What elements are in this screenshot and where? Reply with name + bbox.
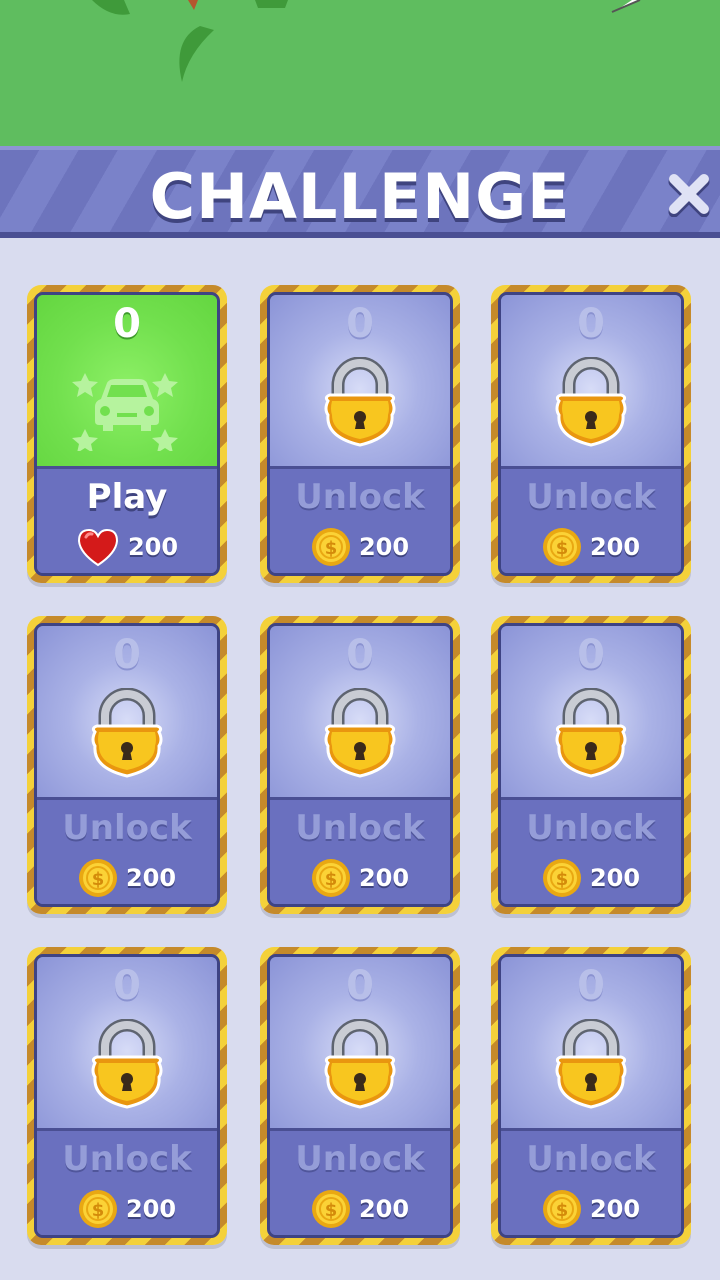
price-row: $ 200 (270, 525, 450, 569)
svg-text:$: $ (92, 869, 105, 890)
play-button[interactable]: Play (37, 477, 217, 517)
price-row: $ 200 (270, 1187, 450, 1231)
card-preview: 0 (270, 626, 450, 800)
card-body: 0 Unlock $ 200 (34, 623, 220, 907)
challenge-card-4[interactable]: 0 Unlock $ 200 (27, 616, 227, 914)
card-footer: Unlock $ 200 (270, 469, 450, 573)
card-body: 0 Unlock $ 200 (498, 623, 684, 907)
card-footer: Unlock $ 200 (501, 800, 681, 904)
lock-icon (324, 357, 396, 447)
card-count: 0 (346, 301, 374, 347)
card-preview: 0 (37, 295, 217, 469)
card-footer: Unlock $ 200 (501, 469, 681, 573)
svg-text:$: $ (325, 1200, 338, 1221)
svg-text:$: $ (556, 538, 569, 559)
price-row: $ 200 (501, 525, 681, 569)
card-count: 0 (577, 963, 605, 1009)
price-row: $ 200 (501, 856, 681, 900)
svg-text:$: $ (556, 869, 569, 890)
car-icon (72, 373, 178, 451)
price-value: 200 (358, 533, 410, 561)
card-footer: Unlock $ 200 (501, 1131, 681, 1235)
card-preview: 0 (37, 626, 217, 800)
challenge-card-9[interactable]: 0 Unlock $ 200 (491, 947, 691, 1245)
price-value: 200 (589, 1195, 641, 1223)
challenge-card-6[interactable]: 0 Unlock $ 200 (491, 616, 691, 914)
price-row: $ 200 (501, 1187, 681, 1231)
card-body: 0 Unlock $ 200 (34, 954, 220, 1238)
coin-icon: $ (311, 528, 350, 566)
coin-icon: $ (78, 1190, 117, 1228)
unlock-button[interactable]: Unlock (501, 1139, 681, 1179)
challenge-card-2[interactable]: 0 Unlock $ 200 (260, 285, 460, 583)
lock-icon (324, 688, 396, 778)
card-count: 0 (577, 632, 605, 678)
coin-icon: $ (542, 528, 581, 566)
card-count: 0 (113, 632, 141, 678)
challenge-card-5[interactable]: 0 Unlock $ 200 (260, 616, 460, 914)
card-footer: Unlock $ 200 (270, 1131, 450, 1235)
unlock-button[interactable]: Unlock (270, 477, 450, 517)
svg-text:$: $ (556, 1200, 569, 1221)
unlock-button[interactable]: Unlock (37, 808, 217, 848)
unlock-button[interactable]: Unlock (270, 1139, 450, 1179)
card-body: 0 Unlock $ 200 (498, 954, 684, 1238)
coin-icon: $ (311, 859, 350, 897)
heart-icon (77, 528, 118, 567)
coin-icon: $ (78, 859, 117, 897)
card-preview: 0 (501, 626, 681, 800)
svg-text:$: $ (92, 1200, 105, 1221)
price-value: 200 (589, 533, 641, 561)
challenge-card-8[interactable]: 0 Unlock $ 200 (260, 947, 460, 1245)
card-count: 0 (346, 632, 374, 678)
card-footer: Unlock $ 200 (270, 800, 450, 904)
price-row: $ 200 (37, 856, 217, 900)
card-preview: 0 (270, 957, 450, 1131)
challenge-card-3[interactable]: 0 Unlock $ 200 (491, 285, 691, 583)
card-preview: 0 (270, 295, 450, 469)
card-footer: Unlock $ 200 (37, 800, 217, 904)
challenge-card-1[interactable]: 0 Play 200 (27, 285, 227, 583)
price-value: 200 (125, 864, 177, 892)
svg-text:$: $ (325, 869, 338, 890)
card-preview: 0 (37, 957, 217, 1131)
coin-icon: $ (542, 1190, 581, 1228)
card-footer: Play 200 (37, 469, 217, 573)
price-row: $ 200 (270, 856, 450, 900)
card-count: 0 (113, 301, 141, 347)
svg-text:$: $ (325, 538, 338, 559)
card-count: 0 (346, 963, 374, 1009)
lock-icon (555, 357, 627, 447)
card-count: 0 (577, 301, 605, 347)
card-preview: 0 (501, 957, 681, 1131)
card-count: 0 (113, 963, 141, 1009)
price-value: 200 (358, 864, 410, 892)
card-body: 0 Unlock $ 200 (267, 292, 453, 576)
price-value: 200 (589, 864, 641, 892)
price-row: $ 200 (37, 1187, 217, 1231)
unlock-button[interactable]: Unlock (501, 808, 681, 848)
unlock-button[interactable]: Unlock (501, 477, 681, 517)
card-footer: Unlock $ 200 (37, 1131, 217, 1235)
lock-icon (555, 1019, 627, 1109)
card-body: 0 Play 200 (34, 292, 220, 576)
card-body: 0 Unlock $ 200 (498, 292, 684, 576)
price-value: 200 (125, 1195, 177, 1223)
lock-icon (91, 688, 163, 778)
card-body: 0 Unlock $ 200 (267, 623, 453, 907)
price-row: 200 (37, 525, 217, 569)
unlock-button[interactable]: Unlock (270, 808, 450, 848)
coin-icon: $ (311, 1190, 350, 1228)
challenge-grid: 0 Play 200 0 Unlock $ 200 0 Unlock $ 200… (0, 0, 720, 1280)
lock-icon (324, 1019, 396, 1109)
lock-icon (91, 1019, 163, 1109)
price-value: 200 (358, 1195, 410, 1223)
card-preview: 0 (501, 295, 681, 469)
card-body: 0 Unlock $ 200 (267, 954, 453, 1238)
unlock-button[interactable]: Unlock (37, 1139, 217, 1179)
challenge-card-7[interactable]: 0 Unlock $ 200 (27, 947, 227, 1245)
coin-icon: $ (542, 859, 581, 897)
lock-icon (555, 688, 627, 778)
price-value: 200 (127, 533, 179, 561)
